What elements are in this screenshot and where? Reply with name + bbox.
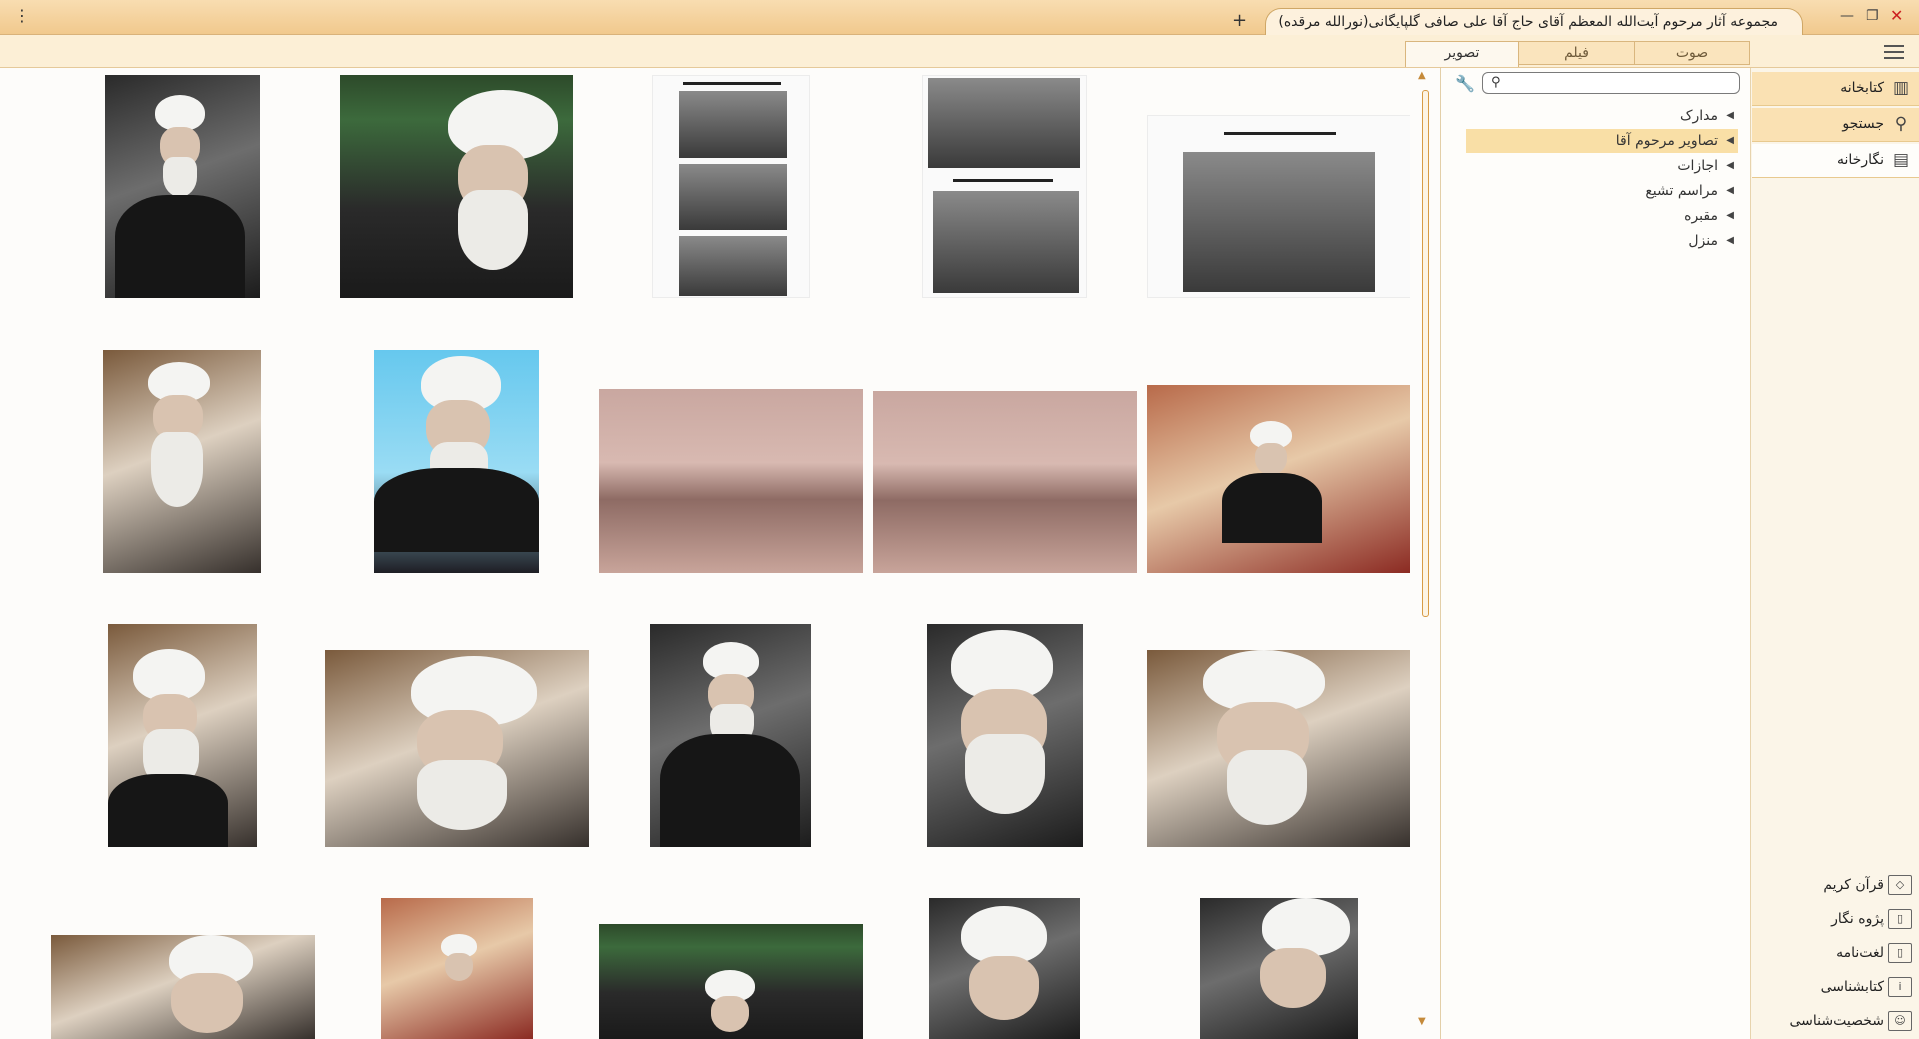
sidebar-item-label: کتابخانه: [1840, 80, 1884, 96]
info-icon: i: [1888, 977, 1912, 997]
tree-item-label: تصاویر مرحوم آقا: [1615, 133, 1718, 149]
gallery-thumbnail[interactable]: [374, 350, 539, 573]
tree-item-permissions[interactable]: ◀ اجازات: [1677, 154, 1738, 178]
close-button[interactable]: ✕: [1890, 6, 1903, 26]
tree-item-label: اجازات: [1677, 158, 1718, 174]
tab-audio[interactable]: صوت: [1634, 41, 1750, 65]
tree-item-funeral[interactable]: ◀ مراسم تشیع: [1645, 179, 1738, 203]
wrench-icon[interactable]: 🔧: [1455, 74, 1475, 93]
search-icon: ⚲: [1894, 114, 1908, 134]
tree-search-input[interactable]: ⚲: [1482, 72, 1740, 94]
tree-item-label: مدارک: [1679, 108, 1718, 124]
document-tab-title: مجموعه آثار مرحوم آیت‌الله المعظم آقای ح…: [1278, 14, 1778, 30]
image-gallery: [0, 68, 1410, 1039]
tool-label: پژوه نگار: [1831, 911, 1884, 927]
tool-biography[interactable]: شخصیت‌شناسی ☺: [1752, 1009, 1919, 1035]
sidebar-item-label: نگارخانه: [1837, 152, 1884, 168]
tree-item-label: مقبره: [1684, 208, 1718, 224]
gallery-scrollbar[interactable]: ▲ ▼: [1418, 68, 1432, 1039]
gallery-thumbnail[interactable]: [1147, 650, 1410, 847]
gallery-icon: ▤: [1892, 150, 1910, 170]
caret-left-icon: ◀: [1726, 235, 1734, 246]
tool-dictionary[interactable]: لغت‌نامه ▯: [1752, 941, 1919, 967]
gallery-thumbnail[interactable]: [929, 898, 1080, 1039]
app-menu-icon[interactable]: ⋮: [14, 6, 30, 26]
search-icon: ⚲: [1491, 75, 1501, 90]
gallery-thumbnail[interactable]: [652, 75, 810, 298]
tab-image[interactable]: تصویر: [1405, 41, 1519, 67]
caret-left-icon: ◀: [1726, 160, 1734, 171]
gallery-thumbnail[interactable]: [105, 75, 260, 298]
tool-label: کتابشناسی: [1820, 979, 1884, 995]
tree-item-house[interactable]: ◀ منزل: [1688, 229, 1738, 253]
gallery-thumbnail[interactable]: [103, 350, 261, 573]
title-bar: ⋮ + مجموعه آثار مرحوم آیت‌الله المعظم آق…: [0, 0, 1919, 37]
tool-quran[interactable]: قرآن کریم ◇: [1752, 873, 1919, 899]
quran-icon: ◇: [1888, 875, 1912, 895]
caret-left-icon: ◀: [1726, 185, 1734, 196]
tree-item-photos[interactable]: ◀ تصاویر مرحوم آقا: [1466, 129, 1738, 153]
library-icon: ▥: [1892, 78, 1910, 98]
person-icon: ☺: [1888, 1011, 1912, 1031]
tree-item-tomb[interactable]: ◀ مقبره: [1684, 204, 1738, 228]
tool-label: لغت‌نامه: [1836, 945, 1884, 961]
gallery-thumbnail[interactable]: [922, 75, 1087, 298]
restore-button[interactable]: ❐: [1866, 6, 1879, 26]
minimize-button[interactable]: —: [1840, 6, 1854, 26]
right-sidebar: کتابخانه ▥ جستجو ⚲ نگارخانه ▤ قرآن کریم …: [1750, 68, 1919, 1039]
sidebar-item-library[interactable]: کتابخانه ▥: [1752, 72, 1919, 106]
sidebar-item-search[interactable]: جستجو ⚲: [1752, 108, 1919, 142]
gallery-thumbnail[interactable]: [599, 924, 863, 1039]
gallery-thumbnail[interactable]: [381, 898, 533, 1039]
tool-notebook[interactable]: پژوه نگار ▯: [1752, 907, 1919, 933]
sidebar-item-label: جستجو: [1842, 116, 1884, 132]
tree-item-label: منزل: [1688, 233, 1718, 249]
tree-item-documents[interactable]: ◀ مدارک: [1680, 104, 1738, 128]
tool-label: قرآن کریم: [1823, 877, 1884, 893]
gallery-thumbnail[interactable]: [1147, 115, 1410, 298]
caret-left-icon: ◀: [1726, 210, 1734, 221]
tool-label: شخصیت‌شناسی: [1789, 1013, 1885, 1029]
gallery-thumbnail[interactable]: [927, 624, 1083, 847]
gallery-thumbnail[interactable]: [325, 650, 589, 847]
gallery-thumbnail[interactable]: [51, 935, 315, 1039]
caret-left-icon: ◀: [1726, 135, 1734, 146]
tree-item-label: مراسم تشیع: [1645, 183, 1718, 199]
gallery-thumbnail[interactable]: [1147, 385, 1410, 573]
gallery-thumbnail[interactable]: [650, 624, 811, 847]
gallery-thumbnail[interactable]: [599, 389, 863, 573]
media-tab-strip: صوت فیلم تصویر: [0, 35, 1919, 68]
scroll-up-icon[interactable]: ▲: [1418, 70, 1426, 81]
dictionary-icon: ▯: [1888, 943, 1912, 963]
gallery-thumbnail[interactable]: [340, 75, 573, 298]
scroll-down-icon[interactable]: ▼: [1418, 1016, 1426, 1027]
gallery-thumbnail[interactable]: [873, 391, 1137, 573]
document-tab[interactable]: مجموعه آثار مرحوم آیت‌الله المعظم آقای ح…: [1265, 8, 1803, 37]
hamburger-menu-icon[interactable]: [1884, 45, 1904, 61]
gallery-thumbnail[interactable]: [108, 624, 257, 847]
new-tab-button[interactable]: +: [1232, 12, 1247, 30]
gallery-thumbnail[interactable]: [1200, 898, 1358, 1039]
scrollbar-thumb[interactable]: [1422, 90, 1429, 617]
category-tree-panel: 🔧 ⚲ ◀ مدارک ◀ تصاویر مرحوم آقا ◀ اجازات …: [1441, 68, 1750, 1039]
tab-video[interactable]: فیلم: [1518, 41, 1635, 65]
notebook-icon: ▯: [1888, 909, 1912, 929]
tool-bibliography[interactable]: کتابشناسی i: [1752, 975, 1919, 1001]
sidebar-item-gallery[interactable]: نگارخانه ▤: [1752, 144, 1919, 178]
caret-left-icon: ◀: [1726, 110, 1734, 121]
